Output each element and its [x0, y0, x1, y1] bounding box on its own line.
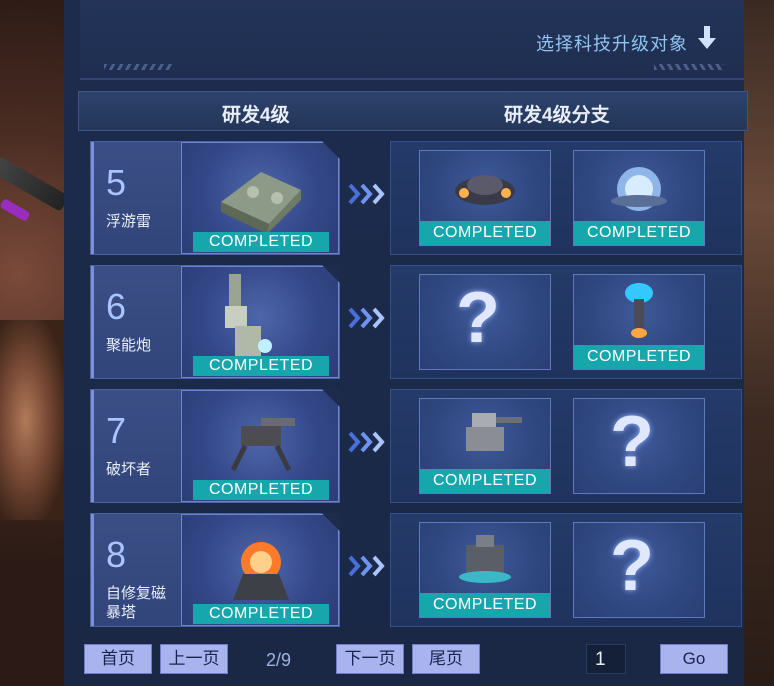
tech-number-column: 5 浮游雷 [91, 142, 184, 254]
question-mark-icon: ? [456, 278, 500, 358]
question-mark-icon: ? [610, 402, 654, 482]
tech-row: 8 自修复磁 暴塔 COMPLETED COMPLETED ? [88, 513, 744, 629]
branch-card: ? COMPLETED [390, 265, 742, 379]
arrow-down-icon[interactable] [698, 26, 716, 50]
completed-badge: COMPLETED [420, 593, 550, 617]
tech-card[interactable]: 6 聚能炮 COMPLETED [90, 265, 340, 379]
tech-number-column: 8 自修复磁 暴塔 [91, 514, 184, 626]
question-mark-icon: ? [610, 526, 654, 606]
page-indicator: 2/9 [266, 650, 292, 670]
completed-badge: COMPLETED [420, 221, 550, 245]
completed-badge: COMPLETED [193, 604, 329, 624]
tech-name: 浮游雷 [106, 213, 152, 230]
pagination-bar: 首页 上一页 2/9 下一页 尾页 1 Go [64, 636, 744, 686]
branch-reactor-icon [459, 535, 511, 583]
last-page-button[interactable]: 尾页 [412, 644, 480, 674]
left-column-title: 研发4级 [222, 105, 290, 126]
tech-name: 聚能炮 [106, 337, 152, 354]
tech-level-number: 5 [106, 162, 127, 203]
tech-level-number: 6 [106, 286, 127, 327]
completed-badge: COMPLETED [193, 232, 329, 252]
column-header-bar: 研发4级 研发4级分支 [78, 91, 748, 131]
go-button[interactable]: Go [660, 644, 728, 674]
tech-row: 5 浮游雷 COMPLETED COMPLETED COMPLETED [88, 141, 744, 257]
branch-energy-orb-icon [611, 167, 667, 211]
tech-number-column: 6 聚能炮 [91, 266, 184, 378]
tech-upgrade-panel: 选择科技升级对象 研发4级 研发4级分支 5 浮游雷 COMPLETED COM… [64, 0, 748, 686]
tech-card[interactable]: 5 浮游雷 COMPLETED [90, 141, 340, 255]
branch-card: COMPLETED ? [390, 513, 742, 627]
tech-level-number: 7 [106, 410, 127, 451]
top-selection-box: 选择科技升级对象 [80, 0, 744, 80]
prev-page-button[interactable]: 上一页 [160, 644, 228, 674]
completed-badge: COMPLETED [193, 480, 329, 500]
tech-level-number: 8 [106, 534, 127, 575]
tech-image-box: COMPLETED [181, 265, 340, 378]
branch-slot[interactable]: COMPLETED [419, 150, 551, 246]
chevron-right-icon [348, 555, 385, 577]
stripe-decor-left [104, 64, 174, 70]
branch-card: COMPLETED COMPLETED [390, 141, 742, 255]
branch-slot[interactable]: ? [419, 274, 551, 370]
page-number-input[interactable]: 1 [586, 644, 626, 674]
tech-card[interactable]: 8 自修复磁 暴塔 COMPLETED [90, 513, 340, 627]
branch-drone-icon [455, 175, 515, 205]
weapon-glow-decor [0, 198, 31, 222]
tech-number-column: 7 破坏者 [91, 390, 184, 502]
first-page-button[interactable]: 首页 [84, 644, 152, 674]
tech-name: 自修复磁 暴塔 [106, 585, 167, 621]
branch-slot[interactable]: ? [573, 398, 705, 494]
branch-slot[interactable]: COMPLETED [419, 522, 551, 618]
tech-row: 6 聚能炮 COMPLETED ? COMPLETED [88, 265, 744, 381]
chevron-right-icon [348, 183, 385, 205]
tech-card[interactable]: 7 破坏者 COMPLETED [90, 389, 340, 503]
tech-image-box: COMPLETED [181, 141, 340, 254]
stripe-decor-right [654, 64, 724, 70]
chevron-right-icon [348, 431, 385, 453]
completed-badge: COMPLETED [574, 345, 704, 369]
branch-turret-icon [466, 413, 522, 451]
select-target-label[interactable]: 选择科技升级对象 [536, 30, 688, 56]
branch-slot[interactable]: COMPLETED [419, 398, 551, 494]
completed-badge: COMPLETED [420, 469, 550, 493]
branch-slot[interactable]: COMPLETED [573, 274, 705, 370]
chevron-right-icon [348, 307, 385, 329]
right-column-title: 研发4级分支 [504, 105, 610, 126]
branch-slot[interactable]: ? [573, 522, 705, 618]
completed-badge: COMPLETED [574, 221, 704, 245]
background-right [744, 0, 774, 686]
branch-beacon-icon [625, 283, 653, 338]
branch-slot[interactable]: COMPLETED [573, 150, 705, 246]
background-left [0, 0, 70, 686]
tech-name: 破坏者 [106, 461, 152, 478]
next-page-button[interactable]: 下一页 [336, 644, 404, 674]
tech-row: 7 破坏者 COMPLETED COMPLETED ? [88, 389, 744, 505]
tech-image-box: COMPLETED [181, 389, 340, 502]
completed-badge: COMPLETED [193, 356, 329, 376]
rock-decor [0, 320, 64, 520]
branch-card: COMPLETED ? [390, 389, 742, 503]
tech-image-box: COMPLETED [181, 513, 340, 626]
